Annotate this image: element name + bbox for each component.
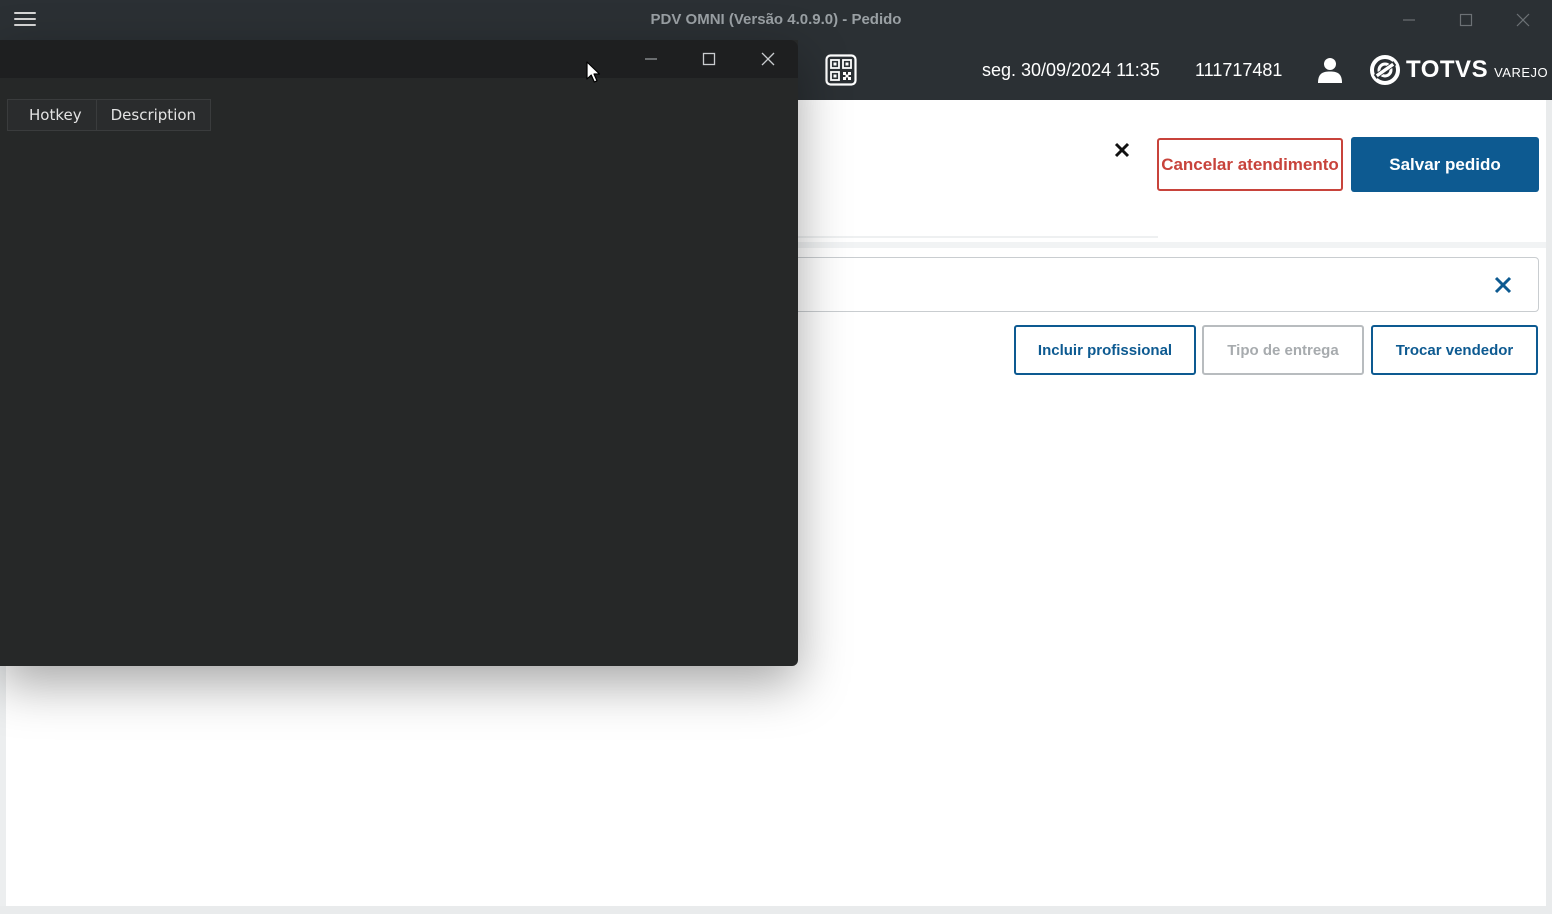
close-icon[interactable] [1110, 138, 1134, 162]
clear-search-icon[interactable] [1492, 274, 1514, 296]
search-input[interactable] [780, 257, 1539, 312]
add-professional-button[interactable]: Incluir profissional [1014, 325, 1196, 375]
person-icon[interactable] [1318, 57, 1342, 83]
close-icon [761, 52, 775, 66]
tab-hotkey[interactable]: Hotkey [8, 100, 96, 130]
mouse-cursor-icon [586, 61, 601, 83]
change-seller-button[interactable]: Trocar vendedor [1371, 325, 1538, 375]
window-edge [0, 906, 1552, 914]
window-edge [0, 666, 6, 914]
window-edge [1546, 100, 1552, 914]
close-window-button[interactable] [1503, 6, 1543, 34]
overlay-maximize-button[interactable] [689, 46, 729, 72]
minimize-icon [1403, 19, 1415, 21]
delivery-type-button[interactable]: Tipo de entrega [1202, 325, 1364, 375]
datetime-display: seg. 30/09/2024 11:35 [982, 60, 1160, 80]
logo-subtext: VAREJO [1494, 64, 1549, 80]
tab-description[interactable]: Description [95, 100, 210, 130]
minimize-button[interactable] [1389, 6, 1429, 34]
overlay-titlebar[interactable] [0, 40, 798, 78]
window-title: PDV OMNI (Versão 4.0.9.0) - Pedido [650, 11, 902, 28]
maximize-button[interactable] [1446, 6, 1486, 34]
overlay-minimize-button[interactable] [631, 46, 671, 72]
app-titlebar: PDV OMNI (Versão 4.0.9.0) - Pedido [0, 0, 1552, 40]
minimize-icon [645, 58, 657, 60]
overlay-close-button[interactable] [748, 46, 788, 72]
qr-code-icon[interactable] [825, 54, 857, 86]
save-order-button[interactable]: Salvar pedido [1351, 137, 1539, 192]
close-icon [1516, 13, 1530, 27]
maximize-icon [1459, 13, 1473, 27]
section-divider [798, 242, 1546, 248]
cancel-service-button[interactable]: Cancelar atendimento [1157, 138, 1343, 191]
user-code: 111717481 [1195, 60, 1283, 80]
hotkey-overlay-window: Hotkey Description [0, 40, 798, 666]
divider [798, 236, 1158, 238]
totvs-logo-icon [1370, 55, 1400, 85]
hotkey-tab-bar: Hotkey Description [7, 99, 212, 131]
logo-text: TOTVS [1406, 56, 1489, 83]
maximize-icon [702, 52, 716, 66]
totvs-logo: TOTVS VAREJO [1370, 54, 1548, 86]
